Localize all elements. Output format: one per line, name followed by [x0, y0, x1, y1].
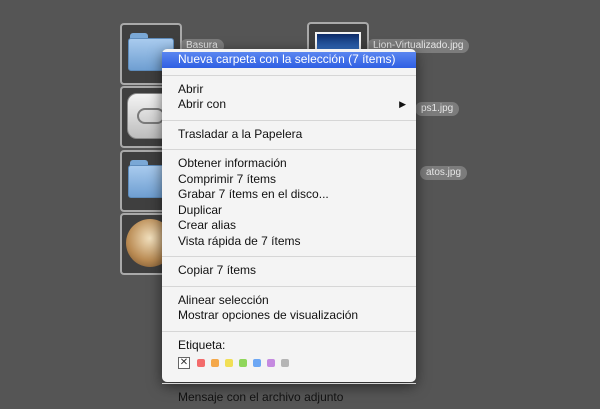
label-color-swatches: ✕: [178, 356, 416, 371]
submenu-arrow-icon: ▶: [399, 99, 406, 109]
label-blue-swatch[interactable]: [253, 358, 261, 367]
menu-item-mail-attachment[interactable]: Mensaje con el archivo adjunto: [162, 390, 416, 406]
menu-separator: [162, 382, 416, 384]
menu-item-quick-look[interactable]: Vista rápida de 7 ítems: [162, 234, 416, 250]
menu-item-align-selection[interactable]: Alinear selección: [162, 293, 416, 309]
menu-item-duplicate[interactable]: Duplicar: [162, 203, 416, 219]
menu-item-burn-to-disc[interactable]: Grabar 7 ítems en el disco...: [162, 187, 416, 203]
label-orange-swatch[interactable]: [211, 358, 219, 367]
context-menu: Nueva carpeta con la selección (7 ítems)…: [162, 49, 416, 404]
menu-item-open-with-label: Abrir con: [178, 97, 227, 111]
menu-separator: [162, 256, 416, 257]
menu-separator: [162, 74, 416, 76]
menu-item-open-with[interactable]: Abrir con ▶: [162, 97, 416, 113]
menu-item-get-info[interactable]: Obtener información: [162, 156, 416, 172]
label-yellow-swatch[interactable]: [225, 358, 233, 367]
menu-separator: [162, 119, 416, 121]
menu-separator: [162, 285, 416, 287]
label-purple-swatch[interactable]: [267, 358, 275, 367]
menu-item-show-view-options[interactable]: Mostrar opciones de visualización: [162, 308, 416, 324]
label-red-swatch[interactable]: [197, 358, 205, 367]
menu-item-make-alias[interactable]: Crear alias: [162, 218, 416, 234]
menu-separator: [162, 330, 416, 332]
menu-item-compress[interactable]: Comprimir 7 ítems: [162, 172, 416, 188]
desktop-label-ps1[interactable]: ps1.jpg: [415, 102, 460, 116]
label-green-swatch[interactable]: [239, 358, 247, 367]
desktop-label-atos[interactable]: atos.jpg: [420, 166, 468, 180]
menu-item-open[interactable]: Abrir: [162, 82, 416, 98]
label-gray-swatch[interactable]: [281, 358, 289, 367]
menu-item-new-folder-with-selection[interactable]: Nueva carpeta con la selección (7 ítems): [162, 52, 416, 68]
label-section-title: Etiqueta:: [178, 337, 226, 352]
menu-item-move-to-trash[interactable]: Trasladar a la Papelera: [162, 127, 416, 143]
menu-separator: [162, 149, 416, 150]
label-none-button[interactable]: ✕: [178, 356, 190, 369]
menu-item-copy[interactable]: Copiar 7 ítems: [162, 263, 416, 279]
